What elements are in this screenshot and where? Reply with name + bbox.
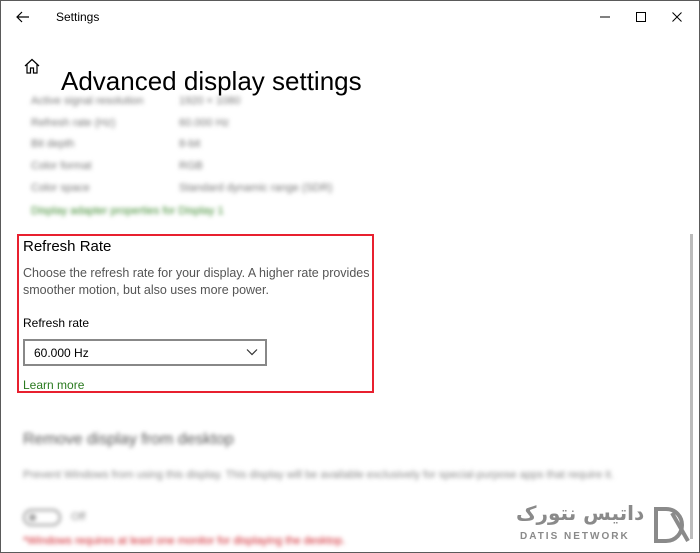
settings-window: Settings Advanced display settings Activ…	[0, 0, 700, 553]
watermark-arabic: داتیس نتورک	[516, 501, 645, 525]
back-button[interactable]	[13, 7, 33, 27]
toggle-state-label: Off	[71, 511, 86, 523]
info-value: 60.000 Hz	[179, 117, 230, 129]
info-value: Standard dynamic range (SDR)	[179, 182, 333, 194]
scrollbar[interactable]	[690, 234, 693, 539]
display-adapter-properties-link[interactable]: Display adapter properties for Display 1	[31, 205, 224, 217]
maximize-button[interactable]	[623, 1, 659, 32]
remove-display-warning: *Windows requires at least one monitor f…	[23, 535, 346, 547]
chevron-down-icon	[246, 349, 258, 356]
minimize-button[interactable]	[587, 1, 623, 32]
info-label: Color format	[31, 160, 92, 172]
maximize-icon	[636, 12, 646, 22]
remove-display-description: Prevent Windows from using this display.…	[23, 469, 614, 481]
app-title: Settings	[56, 10, 100, 24]
info-value: 8-bit	[179, 138, 201, 150]
info-label: Color space	[31, 182, 90, 194]
minimize-icon	[600, 16, 610, 18]
info-value: RGB	[179, 160, 203, 172]
toggle-knob	[29, 514, 36, 521]
back-arrow-icon	[16, 11, 29, 23]
info-label: Bit depth	[31, 138, 75, 150]
page-title: Advanced display settings	[61, 66, 362, 97]
close-button[interactable]	[659, 1, 695, 32]
watermark-latin: DATIS NETWORK	[520, 531, 630, 542]
close-icon	[672, 12, 682, 22]
watermark: داتیس نتورک DATIS NETWORK	[516, 501, 696, 551]
info-label: Refresh rate (Hz)	[31, 117, 116, 129]
refresh-rate-field-label: Refresh rate	[23, 316, 90, 330]
info-value: 1920 × 1080	[179, 95, 241, 107]
info-label: Active signal resolution	[31, 95, 144, 107]
datis-logo-icon	[654, 507, 690, 543]
refresh-rate-description: Choose the refresh rate for your display…	[23, 266, 370, 297]
title-bar: Settings	[1, 1, 699, 32]
refresh-rate-selected-value: 60.000 Hz	[34, 346, 89, 360]
learn-more-link[interactable]: Learn more	[23, 378, 84, 392]
refresh-rate-highlight-box	[17, 234, 374, 393]
refresh-rate-dropdown[interactable]: 60.000 Hz	[23, 339, 267, 366]
remove-display-heading: Remove display from desktop	[23, 431, 234, 448]
refresh-rate-heading: Refresh Rate	[23, 238, 112, 255]
remove-display-toggle[interactable]	[23, 509, 61, 526]
home-icon[interactable]	[23, 57, 41, 75]
